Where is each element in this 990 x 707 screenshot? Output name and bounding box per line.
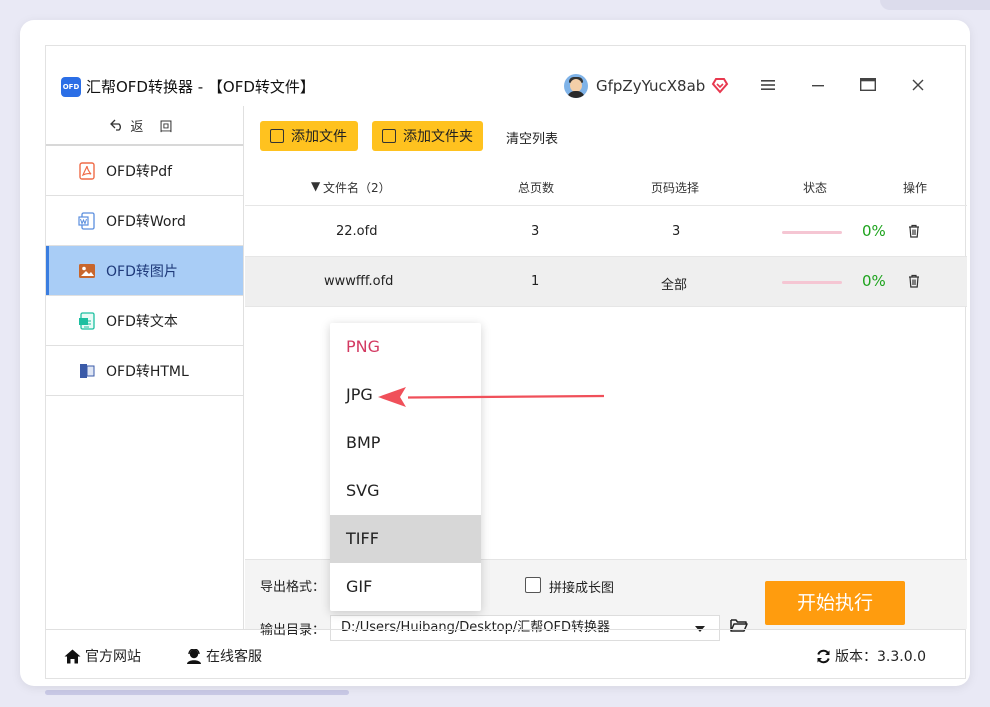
header-action: 操作	[903, 181, 928, 195]
title-bar: OFD 汇帮OFD转换器 - 【OFD转文件】 GfpZyYucX8ab	[46, 46, 965, 106]
start-button[interactable]: 开始执行	[765, 581, 905, 625]
status-percent: 0%	[862, 272, 886, 290]
clear-list-button[interactable]: 清空列表	[506, 128, 558, 147]
pdf-icon	[79, 161, 95, 180]
sidebar-item-label: OFD转HTML	[106, 363, 189, 380]
trash-icon[interactable]	[908, 274, 920, 288]
sort-desc-icon[interactable]: ▼	[311, 179, 320, 193]
add-file-label: 添加文件	[291, 129, 347, 145]
version-info[interactable]: 版本：3.3.0.0	[816, 646, 926, 666]
home-icon	[64, 649, 81, 663]
text-icon	[79, 311, 95, 330]
sidebar-item-ofd-to-text[interactable]: OFD转文本	[46, 296, 243, 346]
back-arrow-icon	[110, 119, 122, 131]
app-title: 汇帮OFD转换器 - 【OFD转文件】	[86, 78, 315, 96]
progress-bar	[782, 281, 842, 284]
toolbar: 添加文件 添加文件夹 清空列表	[245, 106, 967, 156]
vip-diamond-icon[interactable]	[711, 76, 729, 94]
sidebar-item-label: OFD转Word	[106, 213, 186, 230]
sidebar-item-ofd-to-pdf[interactable]: OFD转Pdf	[46, 146, 243, 196]
maximize-icon[interactable]	[858, 76, 878, 96]
file-table-header: ▼ 文件名（2） 总页数 页码选择 状态 操作	[245, 166, 967, 206]
app-frame: OFD 汇帮OFD转换器 - 【OFD转文件】 GfpZyYucX8ab 返 回…	[45, 45, 967, 680]
html-icon	[80, 363, 95, 378]
online-support-link[interactable]: 在线客服	[186, 646, 262, 666]
back-button[interactable]: 返 回	[46, 106, 243, 146]
minimize-icon[interactable]	[808, 76, 828, 96]
username[interactable]: GfpZyYucX8ab	[596, 76, 705, 96]
annotation-arrow-icon	[378, 387, 605, 407]
word-icon	[78, 211, 95, 230]
format-option-gif[interactable]: GIF	[330, 563, 481, 611]
page-count: 3	[531, 224, 540, 239]
format-option-tiff[interactable]: TIFF	[330, 515, 481, 563]
add-folder-button[interactable]: 添加文件夹	[372, 121, 483, 151]
sidebar: 返 回 OFD转Pdf OFD转Word OFD转图片 OFD转文本 OFD转H…	[46, 106, 244, 629]
sidebar-item-ofd-to-html[interactable]: OFD转HTML	[46, 346, 243, 396]
format-option-png[interactable]: PNG	[330, 323, 481, 371]
table-row[interactable]: wwwfff.ofd 1 全部 0%	[245, 257, 967, 307]
app-logo-icon: OFD	[61, 77, 81, 97]
status-percent: 0%	[862, 222, 886, 240]
menu-icon[interactable]	[758, 76, 778, 96]
sidebar-item-label: OFD转文本	[106, 313, 178, 330]
merge-long-image-label[interactable]: 拼接成长图	[549, 577, 614, 596]
format-dropdown-menu[interactable]: PNG JPG BMP SVG TIFF GIF	[330, 323, 481, 611]
merge-long-image-checkbox[interactable]	[525, 577, 541, 593]
online-support-label: 在线客服	[206, 649, 262, 665]
file-name: 22.ofd	[336, 224, 378, 239]
sidebar-item-ofd-to-word[interactable]: OFD转Word	[46, 196, 243, 246]
file-name: wwwfff.ofd	[324, 274, 394, 289]
avatar-body	[567, 91, 585, 98]
add-file-button[interactable]: 添加文件	[260, 121, 358, 151]
add-folder-label: 添加文件夹	[403, 129, 473, 145]
format-option-svg[interactable]: SVG	[330, 467, 481, 515]
page-count: 1	[531, 274, 540, 289]
format-label: 导出格式：	[260, 580, 326, 595]
header-page-select: 页码选择	[651, 181, 700, 195]
user-avatar[interactable]	[564, 74, 588, 98]
app-window: OFD 汇帮OFD转换器 - 【OFD转文件】 GfpZyYucX8ab 返 回…	[20, 20, 970, 686]
header-pages: 总页数	[518, 181, 555, 195]
version-label: 版本：3.3.0.0	[835, 649, 926, 665]
background-shape	[880, 0, 990, 10]
image-icon	[79, 263, 95, 278]
sidebar-item-label: OFD转图片	[106, 263, 178, 280]
page-select[interactable]: 3	[672, 224, 680, 239]
add-file-icon	[270, 129, 284, 143]
page-select[interactable]: 全部	[661, 274, 687, 293]
footer: 官方网站 在线客服 版本：3.3.0.0	[46, 629, 965, 680]
sidebar-item-label: OFD转Pdf	[106, 163, 173, 180]
back-label: 返 回	[130, 119, 179, 135]
support-icon	[187, 648, 201, 664]
refresh-icon	[817, 649, 830, 663]
header-status: 状态	[803, 181, 828, 195]
official-website-link[interactable]: 官方网站	[64, 646, 141, 666]
trash-icon[interactable]	[908, 224, 920, 238]
background-scroll-indicator	[45, 690, 349, 695]
header-filename[interactable]: 文件名（2）	[323, 179, 391, 196]
format-option-bmp[interactable]: BMP	[330, 419, 481, 467]
table-row[interactable]: 22.ofd 3 3 0%	[245, 207, 967, 257]
close-icon[interactable]	[908, 76, 928, 96]
add-folder-icon	[382, 129, 396, 143]
progress-bar	[782, 231, 842, 234]
official-website-label: 官方网站	[85, 649, 141, 665]
sidebar-item-ofd-to-image[interactable]: OFD转图片	[46, 246, 243, 296]
